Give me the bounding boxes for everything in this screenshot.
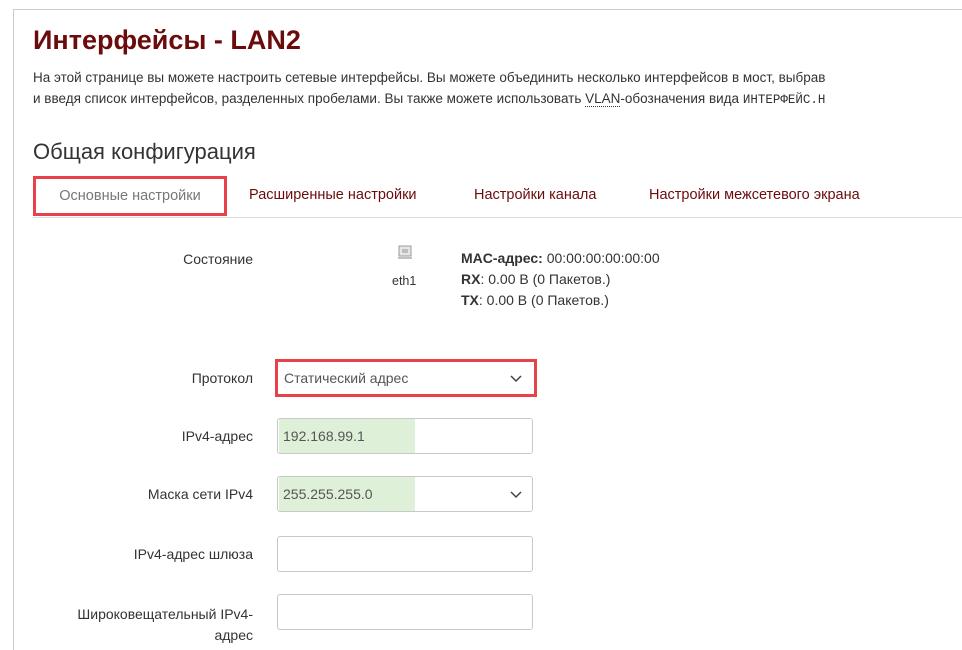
status-label: Состояние [183,251,253,267]
mac-key: MAC-адрес: [461,250,543,266]
mac-line: MAC-адрес: 00:00:00:00:00:00 [461,248,660,269]
netmask-value: 255.255.255.0 [279,477,415,511]
network-port-icon [398,245,412,259]
ipv4-address-input[interactable]: 192.168.99.1 [277,418,533,454]
tx-line: TX: 0.00 B (0 Пакетов.) [461,290,660,311]
description-text-2: -обозначения вида [620,91,743,106]
tab-physical-settings[interactable]: Настройки канала [474,176,596,214]
broadcast-label-line-1: Широковещательный IPv4- [77,606,253,622]
page-description: На этой странице вы можете настроить сет… [33,67,962,107]
gateway-label: IPv4-адрес шлюза [133,546,253,562]
tab-advanced-settings[interactable]: Расширенные настройки [249,176,417,214]
description-text: и введя список интерфейсов, разделенных … [33,91,586,106]
frame-left-border [13,9,14,650]
interface-notation: ИНТЕРФЕЙС.Н [742,93,826,107]
status-info: MAC-адрес: 00:00:00:00:00:00 RX: 0.00 B … [461,248,660,311]
rx-key: RX [461,271,481,287]
tx-value: : 0.00 B (0 Пакетов.) [478,292,609,308]
description-line-2: и введя список интерфейсов, разделенных … [33,88,962,107]
chevron-down-icon [510,491,522,499]
broadcast-label-line-2: адрес [214,627,253,643]
rx-value: : 0.00 B (0 Пакетов.) [480,271,611,287]
mac-value: 00:00:00:00:00:00 [542,250,660,266]
vlan-abbr: VLAN [585,91,621,107]
rx-line: RX: 0.00 B (0 Пакетов.) [461,269,660,290]
netmask-label: Маска сети IPv4 [147,486,253,502]
section-title: Общая конфигурация [33,139,256,164]
status-device-name: eth1 [392,274,417,288]
tab-firewall-settings[interactable]: Настройки межсетевого экрана [649,176,860,214]
broadcast-input[interactable] [277,594,533,630]
protocol-highlight-box [275,359,537,397]
page-title: Интерфейсы - LAN2 [33,25,301,55]
description-line-1: На этой странице вы можете настроить сет… [33,70,826,85]
frame-top-border [13,9,962,10]
protocol-label: Протокол [191,370,253,386]
broadcast-label: Широковещательный IPv4- адрес [77,604,253,646]
tx-key: TX [461,292,479,308]
tabs-divider [33,217,962,218]
ipv4-address-value: 192.168.99.1 [279,419,415,453]
ipv4-address-label: IPv4-адрес [181,428,253,444]
tab-basic-settings[interactable]: Основные настройки [33,176,227,216]
gateway-input[interactable] [277,536,533,572]
netmask-select[interactable]: 255.255.255.0 [277,476,533,512]
